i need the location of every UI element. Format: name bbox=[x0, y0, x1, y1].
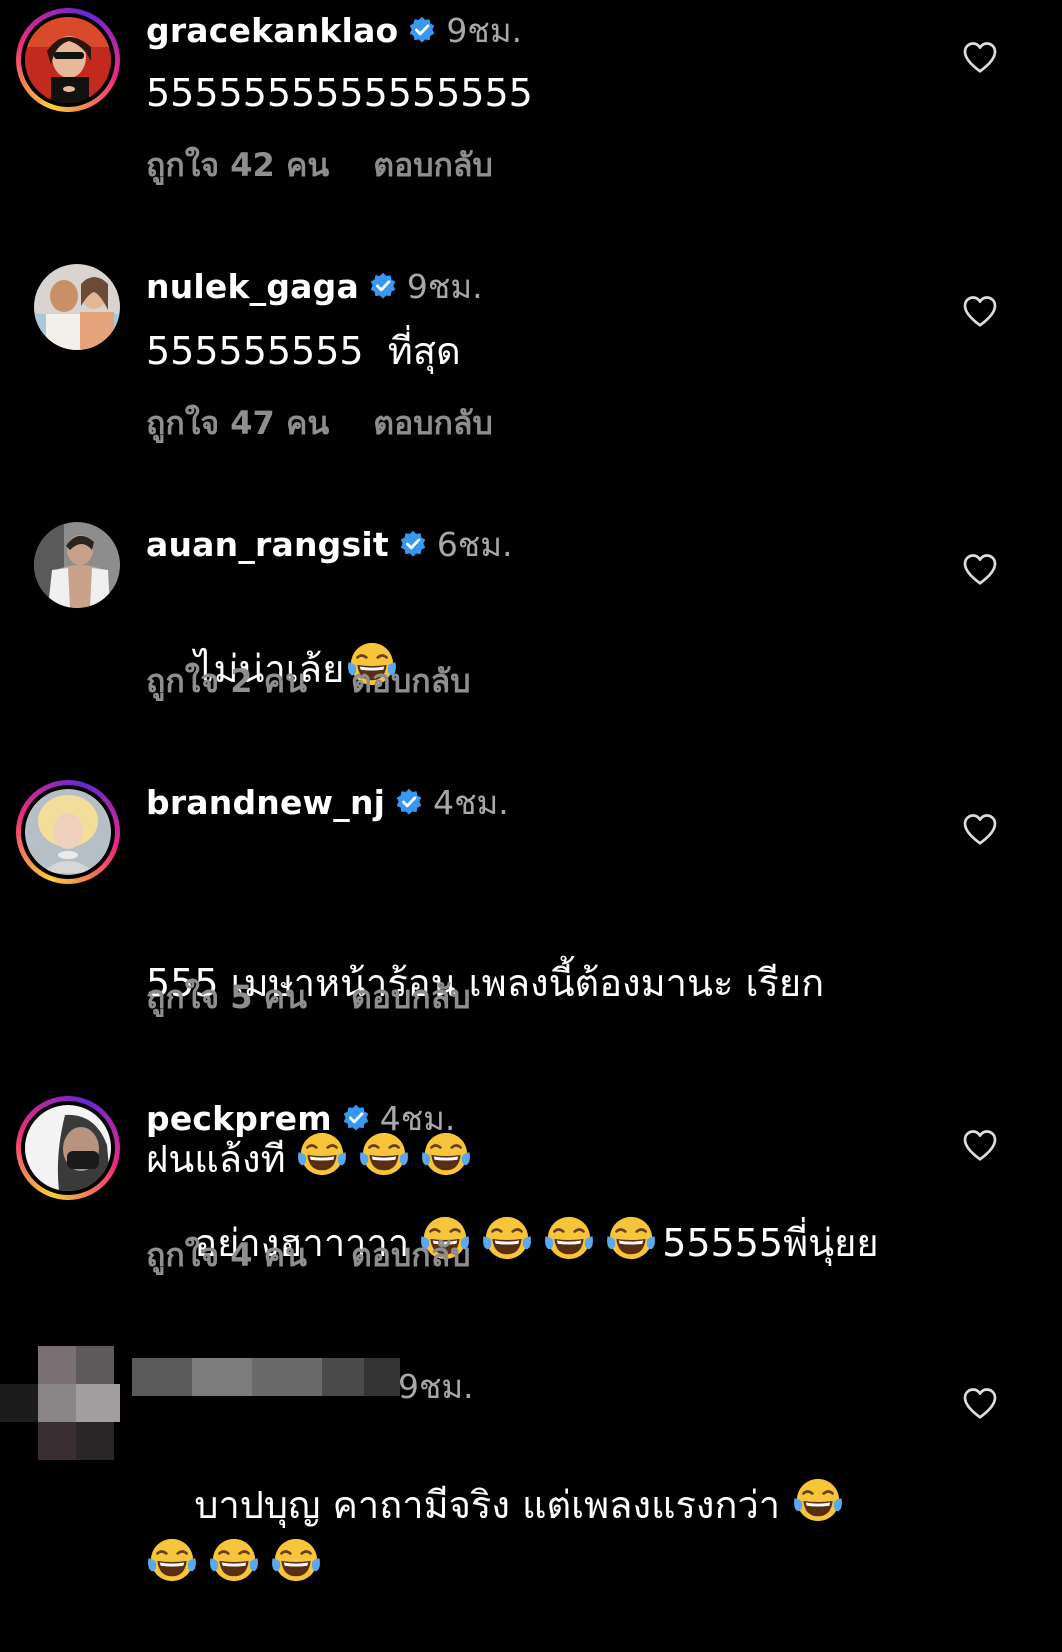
comment-meta: ถูกใจ 47 คน ตอบกลับ bbox=[146, 398, 493, 449]
heart-outline-icon[interactable] bbox=[962, 1128, 998, 1162]
avatar bbox=[25, 1105, 111, 1191]
face-with-tears-of-joy-emoji bbox=[543, 1212, 595, 1264]
verified-badge-icon bbox=[369, 272, 397, 300]
likes-count[interactable]: ถูกใจ 47 คน bbox=[146, 404, 329, 442]
timestamp: 6ชม. bbox=[436, 524, 513, 564]
verified-badge-icon bbox=[399, 530, 427, 558]
verified-badge-icon bbox=[395, 788, 423, 816]
comment-text: 555555555 ที่สุด bbox=[146, 329, 461, 373]
likes-count[interactable]: ถูกใจ 2 คน bbox=[146, 662, 307, 700]
comment-header: gracekanklao 9ชม. bbox=[146, 8, 522, 52]
reply-button[interactable]: ตอบกลับ bbox=[351, 1236, 471, 1274]
comment-header: brandnew_nj 4ชม. bbox=[146, 780, 509, 824]
username[interactable]: auan_rangsit bbox=[146, 525, 389, 564]
verified-badge-icon bbox=[408, 16, 436, 44]
username[interactable]: nulek_gaga bbox=[146, 267, 359, 306]
avatar[interactable] bbox=[34, 522, 120, 608]
face-with-tears-of-joy-emoji bbox=[605, 1212, 657, 1264]
heart-outline-icon[interactable] bbox=[962, 40, 998, 74]
likes-count[interactable]: ถูกใจ 4 คน bbox=[146, 1236, 307, 1274]
reply-button[interactable]: ตอบกลับ bbox=[351, 662, 471, 700]
reply-button[interactable]: ตอบกลับ bbox=[373, 404, 493, 442]
comment-text: 5555555555555555 bbox=[146, 71, 533, 115]
likes-count[interactable]: ถูกใจ 5 คน bbox=[146, 978, 307, 1016]
heart-outline-icon[interactable] bbox=[962, 552, 998, 586]
avatar bbox=[25, 789, 111, 875]
comment-header: peckprem 4ชม. bbox=[146, 1096, 455, 1140]
story-ring[interactable] bbox=[16, 1096, 120, 1200]
username[interactable]: peckprem bbox=[146, 1099, 332, 1138]
comment-header: auan_rangsit 6ชม. bbox=[146, 522, 512, 566]
face-with-tears-of-joy-emoji bbox=[146, 1534, 198, 1586]
timestamp: 4ชม. bbox=[433, 782, 509, 822]
reply-button[interactable]: ตอบกลับ bbox=[373, 146, 493, 184]
reply-button[interactable]: ตอบกลับ bbox=[351, 978, 471, 1016]
username[interactable]: gracekanklao bbox=[146, 11, 398, 50]
face-with-tears-of-joy-emoji bbox=[481, 1212, 533, 1264]
heart-outline-icon[interactable] bbox=[962, 1386, 998, 1420]
face-with-tears-of-joy-emoji bbox=[792, 1474, 844, 1526]
verified-badge-icon bbox=[342, 1104, 370, 1132]
comment-meta: ถูกใจ 5 คน ตอบกลับ bbox=[146, 972, 471, 1023]
story-ring[interactable] bbox=[16, 8, 120, 112]
comment-meta: ถูกใจ 4 คน ตอบกลับ bbox=[146, 1230, 471, 1281]
face-with-tears-of-joy-emoji bbox=[208, 1534, 260, 1586]
avatar bbox=[25, 17, 111, 103]
comment-text: บาปบุญ คาถามีจริง แต่เพลงแรงกว่า bbox=[146, 1416, 906, 1652]
username[interactable]: brandnew_nj bbox=[146, 783, 385, 822]
comment-meta: ถูกใจ 42 คน ตอบกลับ bbox=[146, 140, 493, 191]
face-with-tears-of-joy-emoji bbox=[270, 1534, 322, 1586]
avatar[interactable] bbox=[0, 1346, 120, 1460]
avatar[interactable] bbox=[34, 264, 120, 350]
timestamp: 9ชม. bbox=[406, 266, 483, 306]
comment-header: nulek_gaga 9ชม. bbox=[146, 264, 483, 308]
timestamp: 9ชม. bbox=[446, 10, 523, 50]
story-ring[interactable] bbox=[16, 780, 120, 884]
heart-outline-icon[interactable] bbox=[962, 812, 998, 846]
heart-outline-icon[interactable] bbox=[962, 294, 998, 328]
timestamp: 9ชม. bbox=[398, 1367, 474, 1406]
likes-count[interactable]: ถูกใจ 42 คน bbox=[146, 146, 329, 184]
timestamp: 4ชม. bbox=[379, 1098, 456, 1138]
comment-meta: ถูกใจ 2 คน ตอบกลับ bbox=[146, 656, 471, 707]
comment-text-content: 55555พี่นุ่ยย bbox=[662, 1221, 879, 1265]
comment-text-content: บาปบุญ คาถามีจริง แต่เพลงแรงกว่า bbox=[194, 1483, 781, 1527]
username-redacted bbox=[132, 1358, 400, 1396]
